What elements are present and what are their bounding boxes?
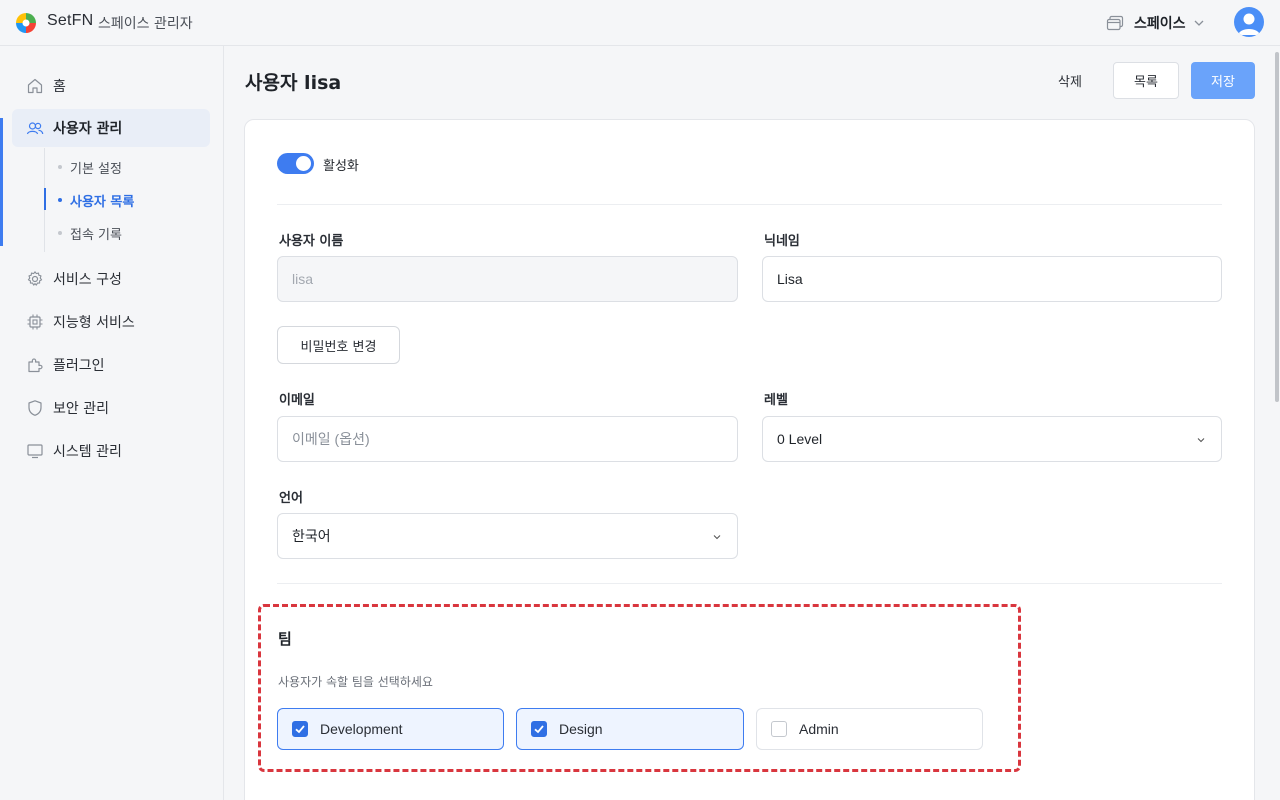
level-select-value: 0 Level — [777, 431, 823, 447]
submenu-item-user-list[interactable]: 사용자 목록 — [58, 188, 134, 212]
username-field: lisa — [277, 256, 738, 302]
window-stack-icon — [1106, 15, 1124, 31]
sidebar-item-label: 보안 관리 — [53, 401, 109, 417]
sidebar-item-security[interactable]: 보안 관리 — [12, 389, 210, 427]
team-option-admin[interactable]: Admin — [756, 708, 983, 750]
space-switcher[interactable]: 스페이스 — [1106, 12, 1204, 34]
divider — [277, 583, 1222, 584]
team-section-title: 팀 — [278, 630, 292, 648]
sidebar-item-label: 서비스 구성 — [53, 272, 122, 288]
checkmark-icon — [295, 725, 305, 734]
sidebar-item-plugin[interactable]: 플러그인 — [12, 346, 210, 384]
monitor-icon — [27, 444, 43, 459]
top-bar: SetFN 스페이스 관리자 스페이스 — [0, 0, 1280, 46]
language-select-value: 한국어 — [292, 528, 331, 544]
list-button[interactable]: 목록 — [1113, 62, 1179, 99]
username-label: 사용자 이름 — [279, 234, 344, 249]
bullet-dot — [58, 231, 62, 235]
gear-icon — [27, 271, 43, 286]
chevron-down-icon — [1194, 20, 1203, 26]
chevron-down-icon — [1197, 438, 1205, 443]
team-option-development[interactable]: Development — [277, 708, 504, 750]
brand-subtitle: 스페이스 관리자 — [98, 16, 193, 32]
puzzle-icon — [28, 358, 43, 373]
nickname-field[interactable]: Lisa — [762, 256, 1222, 302]
language-label: 언어 — [279, 491, 303, 506]
team-section-description: 사용자가 속할 팀을 선택하세요 — [278, 675, 433, 689]
home-icon — [27, 78, 43, 94]
level-select[interactable]: 0 Level — [762, 416, 1222, 462]
nickname-label: 닉네임 — [764, 234, 800, 249]
checkbox-checked[interactable] — [531, 721, 547, 737]
shield-icon — [28, 400, 42, 416]
users-icon — [26, 122, 44, 135]
user-avatar-icon[interactable] — [1234, 7, 1264, 37]
checkmark-icon — [534, 725, 544, 734]
submenu-item-basic-settings[interactable]: 기본 설정 — [58, 155, 122, 179]
chip-icon — [27, 314, 43, 330]
sidebar-item-intelligent-service[interactable]: 지능형 서비스 — [12, 303, 210, 341]
chevron-down-icon — [713, 535, 721, 540]
submenu-item-label: 기본 설정 — [70, 161, 122, 177]
team-option-label: Development — [320, 721, 403, 737]
brand-name: SetFN — [47, 12, 94, 29]
sidebar-item-label: 지능형 서비스 — [53, 315, 135, 331]
sidebar-item-user-management[interactable]: 사용자 관리 — [12, 109, 210, 147]
checkbox-checked[interactable] — [292, 721, 308, 737]
bullet-dot — [58, 165, 62, 169]
email-field[interactable]: 이메일 (옵션) — [277, 416, 738, 462]
team-option-design[interactable]: Design — [516, 708, 744, 750]
sidebar-item-label: 사용자 관리 — [53, 121, 123, 137]
sidebar-item-service-config[interactable]: 서비스 구성 — [12, 260, 210, 298]
team-option-label: Admin — [799, 721, 839, 737]
sidebar-item-system[interactable]: 시스템 관리 — [12, 432, 210, 470]
level-label: 레벨 — [764, 393, 788, 408]
active-toggle[interactable] — [277, 153, 314, 174]
submenu-item-label: 접속 기록 — [70, 227, 122, 243]
delete-button[interactable]: 삭제 — [1040, 62, 1100, 99]
email-label: 이메일 — [279, 393, 315, 408]
sidebar-item-label: 홈 — [53, 79, 66, 95]
sidebar-item-label: 시스템 관리 — [53, 444, 122, 460]
sidebar-item-label: 플러그인 — [53, 358, 105, 374]
checkbox-unchecked[interactable] — [771, 721, 787, 737]
submenu-item-label: 사용자 목록 — [70, 194, 135, 210]
scrollbar-thumb[interactable] — [1275, 52, 1279, 402]
change-password-button[interactable]: 비밀번호 변경 — [277, 326, 400, 364]
active-toggle-label: 활성화 — [323, 159, 359, 174]
bullet-dot — [58, 198, 62, 202]
team-option-label: Design — [559, 721, 603, 737]
active-section-indicator — [0, 118, 3, 246]
setfn-logo[interactable] — [15, 12, 37, 34]
sidebar: 홈 사용자 관리 기본 설정 사용자 목록 접속 기록 서비스 구성 지능형 서… — [0, 46, 224, 800]
page-title: 사용자 lisa — [245, 72, 342, 94]
save-button[interactable]: 저장 — [1191, 62, 1255, 99]
language-select[interactable]: 한국어 — [277, 513, 738, 559]
divider — [277, 204, 1222, 205]
submenu-active-indicator — [44, 188, 46, 210]
submenu-item-access-log[interactable]: 접속 기록 — [58, 221, 122, 245]
toggle-knob — [296, 156, 311, 171]
sidebar-item-home[interactable]: 홈 — [12, 67, 210, 105]
space-label: 스페이스 — [1134, 16, 1186, 32]
